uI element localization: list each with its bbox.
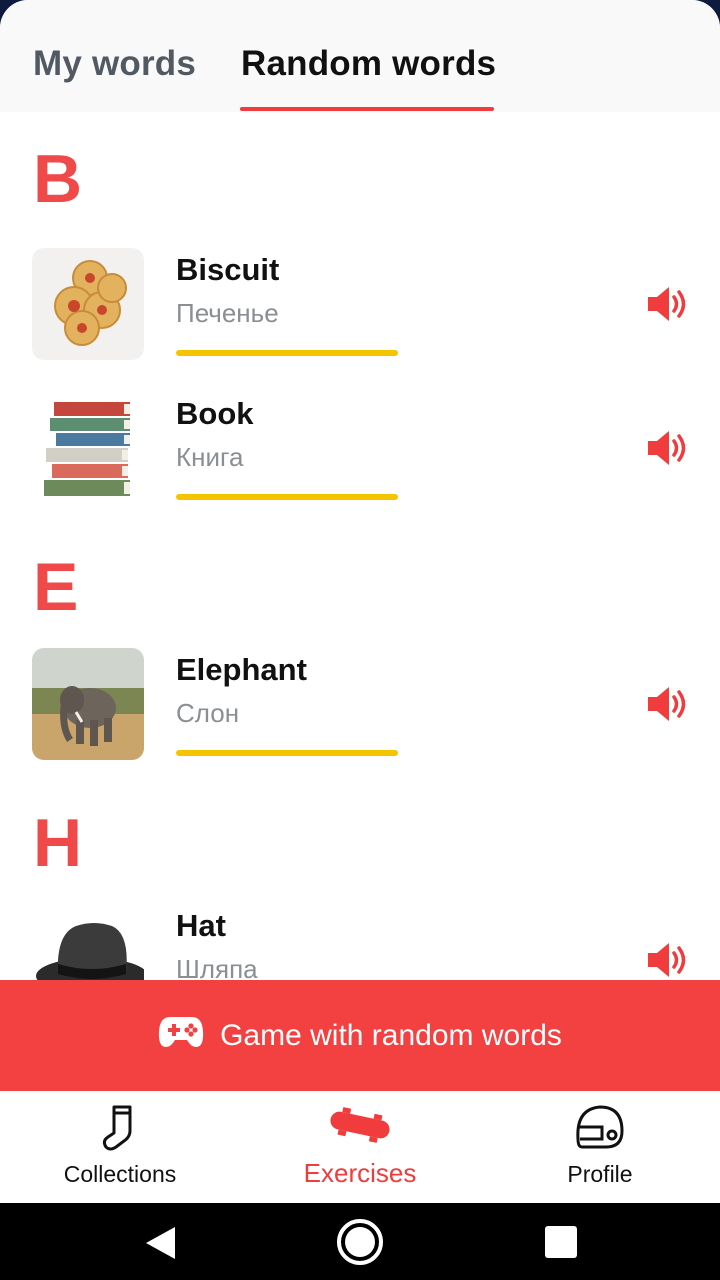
word-list[interactable]: B Biscuit Печенье Book Книга E Elephant … — [0, 112, 720, 980]
tab-random-words[interactable]: Random words — [241, 44, 496, 84]
nav-exercises[interactable]: Exercises — [240, 1091, 480, 1203]
word-translation: Книга — [176, 442, 244, 472]
section-letter-e: E — [33, 549, 79, 625]
list-item[interactable]: Elephant Слон — [0, 648, 720, 778]
sock-icon — [100, 1103, 140, 1158]
app-screen: My words Random words B Biscuit Печенье … — [0, 0, 720, 1203]
hat-photo — [32, 904, 144, 980]
skateboard-icon — [327, 1103, 393, 1152]
speaker-icon[interactable] — [646, 940, 690, 980]
list-item[interactable]: Book Книга — [0, 392, 720, 522]
learning-progress-bar — [176, 494, 398, 500]
gamepad-icon — [158, 1015, 204, 1057]
section-letter-b: B — [33, 141, 83, 217]
recents-icon[interactable] — [544, 1225, 578, 1264]
speaker-icon[interactable] — [646, 684, 690, 724]
books-photo — [32, 392, 144, 504]
word-translation: Шляпа — [176, 954, 258, 980]
home-icon[interactable] — [336, 1218, 384, 1271]
list-item[interactable]: Biscuit Печенье — [0, 248, 720, 378]
tab-bar: My words Random words — [0, 0, 720, 112]
nav-profile-label: Profile — [567, 1161, 633, 1187]
word-english: Biscuit — [176, 252, 280, 287]
speaker-icon[interactable] — [646, 428, 690, 468]
game-random-words-button[interactable]: Game with random words — [0, 980, 720, 1091]
learning-progress-bar — [176, 350, 398, 356]
speaker-icon[interactable] — [646, 284, 690, 324]
active-tab-indicator — [240, 107, 494, 111]
helmet-icon — [574, 1103, 626, 1156]
nav-collections-label: Collections — [63, 1161, 177, 1187]
word-english: Elephant — [176, 652, 307, 687]
list-item[interactable]: Hat Шляпа — [0, 904, 720, 980]
nav-exercises-label: Exercises — [303, 1158, 417, 1188]
nav-collections[interactable]: Collections — [0, 1091, 240, 1203]
word-translation: Слон — [176, 698, 240, 728]
word-english: Book — [176, 396, 254, 431]
nav-profile[interactable]: Profile — [480, 1091, 720, 1203]
back-icon[interactable] — [143, 1225, 177, 1266]
elephant-photo — [32, 648, 144, 760]
game-button-label: Game with random words — [220, 1018, 562, 1052]
word-english: Hat — [176, 908, 226, 943]
biscuit-photo — [32, 248, 144, 360]
tab-my-words[interactable]: My words — [33, 44, 196, 84]
learning-progress-bar — [176, 750, 398, 756]
section-letter-h: H — [33, 805, 83, 881]
system-navigation-bar — [0, 1203, 720, 1280]
word-translation: Печенье — [176, 298, 279, 328]
bottom-navigation: Collections Exercises Profile — [0, 1091, 720, 1203]
